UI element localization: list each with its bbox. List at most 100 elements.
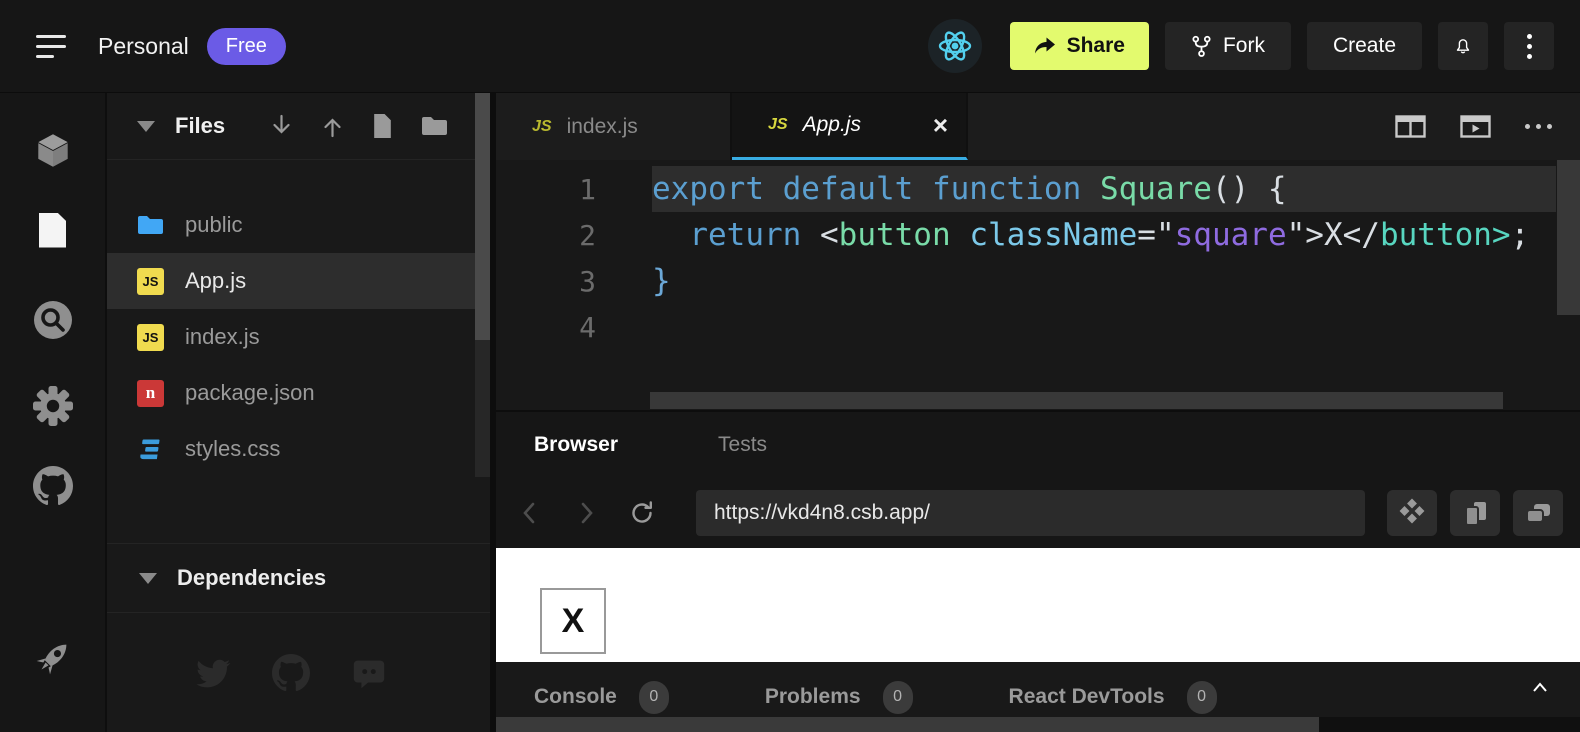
devtools-scrollbar-track[interactable]	[496, 717, 1580, 732]
upload-icon[interactable]	[321, 114, 344, 138]
line-text: return <button className="square">X</but…	[652, 217, 1529, 253]
split-editor-icon[interactable]	[1395, 113, 1426, 140]
editor-column: JS index.js JS App.js ×	[490, 93, 1580, 732]
activity-rail	[0, 93, 105, 732]
github-link-icon[interactable]	[272, 654, 310, 692]
new-file-icon[interactable]	[372, 113, 393, 139]
file-row-stylescss[interactable]: styles.css	[107, 421, 490, 477]
clone-preview-button[interactable]	[1450, 490, 1500, 536]
folder-icon	[137, 212, 164, 239]
diamond-grid-icon	[1397, 498, 1427, 528]
css-file-icon	[137, 436, 164, 463]
fork-button[interactable]: Fork	[1165, 22, 1291, 70]
explorer-scrollbar-thumb[interactable]	[475, 93, 490, 340]
code-editor[interactable]: 1export default function Square() {2 ret…	[496, 160, 1580, 410]
file-name: App.js	[185, 268, 246, 294]
code-line: 2 return <button className="square">X</b…	[496, 212, 1580, 258]
new-folder-icon[interactable]	[421, 115, 448, 137]
file-name: index.js	[185, 324, 260, 350]
sandbox-nav-item[interactable]	[30, 128, 76, 172]
url-input[interactable]: https://vkd4n8.csb.app/	[696, 490, 1365, 536]
files-header: Files	[107, 93, 490, 160]
overlap-windows-icon	[1523, 499, 1553, 527]
expand-devtools-icon[interactable]	[1532, 682, 1548, 693]
gear-icon	[31, 384, 75, 428]
devtools-scrollbar-thumb[interactable]	[496, 717, 1319, 732]
create-button[interactable]: Create	[1307, 22, 1422, 70]
react-logo	[928, 19, 982, 73]
notifications-button[interactable]	[1438, 22, 1488, 70]
devtools-bar: Console 0 Problems 0 React DevTools 0	[496, 662, 1580, 732]
search-nav-item[interactable]	[30, 298, 76, 342]
file-row-appjs[interactable]: JS App.js	[107, 253, 490, 309]
problems-label: Problems	[765, 685, 861, 709]
share-label: Share	[1067, 34, 1125, 58]
tab-tests[interactable]: Tests	[718, 433, 767, 457]
editor-tab-bar: JS index.js JS App.js ×	[496, 93, 1580, 160]
editor-hscrollbar-thumb[interactable]	[650, 392, 1503, 409]
fork-label: Fork	[1223, 34, 1265, 58]
react-icon	[935, 26, 975, 66]
dependencies-title: Dependencies	[177, 565, 326, 591]
deploy-nav-item[interactable]	[30, 636, 76, 680]
js-badge: JS	[768, 116, 788, 134]
fork-icon	[1191, 35, 1212, 58]
editor-menu-icon[interactable]	[1525, 124, 1552, 129]
file-row-packagejson[interactable]: n package.json	[107, 365, 490, 421]
tab-appjs[interactable]: JS App.js ×	[732, 93, 968, 160]
close-tab-icon[interactable]: ×	[933, 112, 948, 138]
plan-badge: Free	[207, 28, 286, 65]
tab-label: index.js	[567, 115, 638, 139]
twitter-icon[interactable]	[194, 654, 232, 692]
code-lines: 1export default function Square() {2 ret…	[496, 166, 1580, 350]
back-icon[interactable]	[518, 500, 540, 526]
tab-browser[interactable]: Browser	[534, 433, 618, 457]
open-preview-icon[interactable]	[1460, 113, 1491, 140]
code-line: 1export default function Square() {	[496, 166, 1580, 212]
menu-icon[interactable]	[36, 35, 70, 58]
react-devtools-count-badge: 0	[1187, 681, 1217, 714]
dependencies-collapse-caret[interactable]	[139, 573, 157, 584]
editor-tab-actions	[1395, 93, 1580, 160]
problems-tab[interactable]: Problems 0	[765, 681, 913, 714]
line-number: 2	[496, 219, 652, 252]
rocket-icon	[32, 637, 74, 679]
github-nav-item[interactable]	[30, 464, 76, 508]
file-explorer: Files	[105, 93, 490, 732]
kebab-icon	[1527, 34, 1532, 59]
popout-preview-button[interactable]	[1513, 490, 1563, 536]
social-links	[107, 654, 475, 692]
explorer-nav-item[interactable]	[30, 208, 76, 252]
console-tab[interactable]: Console 0	[534, 681, 669, 714]
workspace-name[interactable]: Personal	[98, 33, 189, 60]
js-file-icon: JS	[137, 268, 164, 295]
js-file-icon: JS	[137, 324, 164, 351]
editor-vscrollbar-thumb[interactable]	[1557, 160, 1580, 315]
overflow-menu-button[interactable]	[1504, 22, 1554, 70]
refresh-icon[interactable]	[628, 499, 656, 527]
file-list: public JS App.js JS index.js n package.j…	[107, 160, 490, 477]
file-name: public	[185, 212, 242, 238]
bell-icon	[1450, 33, 1476, 59]
files-collapse-caret[interactable]	[137, 121, 155, 132]
github-icon	[33, 466, 73, 506]
file-icon	[39, 213, 66, 248]
file-row-indexjs[interactable]: JS index.js	[107, 309, 490, 365]
react-devtools-tab[interactable]: React DevTools 0	[1009, 681, 1217, 714]
share-button[interactable]: Share	[1010, 22, 1149, 70]
tab-indexjs[interactable]: JS index.js	[496, 93, 732, 160]
problems-count-badge: 0	[883, 681, 913, 714]
console-count-badge: 0	[639, 681, 669, 714]
files-title: Files	[175, 113, 225, 139]
stacked-panes-icon	[1461, 498, 1489, 528]
square-button[interactable]: X	[540, 588, 606, 654]
create-label: Create	[1333, 34, 1396, 58]
file-name: styles.css	[185, 436, 280, 462]
file-row-public[interactable]: public	[107, 197, 490, 253]
settings-nav-item[interactable]	[30, 384, 76, 428]
top-bar: Personal Free Share	[0, 0, 1580, 93]
download-icon[interactable]	[270, 114, 293, 138]
forward-icon[interactable]	[576, 500, 598, 526]
preview-settings-button[interactable]	[1387, 490, 1437, 536]
discord-icon[interactable]	[350, 654, 388, 692]
